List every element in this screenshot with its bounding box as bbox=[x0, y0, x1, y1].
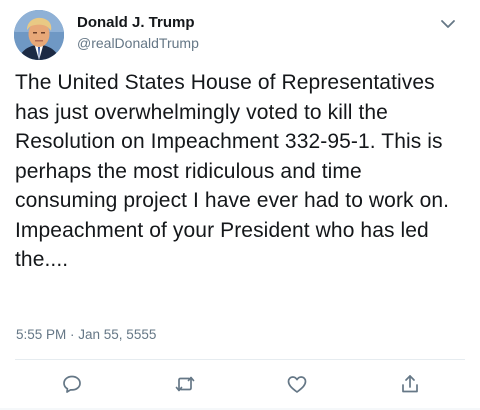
reply-button[interactable] bbox=[58, 370, 86, 398]
retweet-button[interactable] bbox=[171, 370, 199, 398]
retweet-arrows-icon bbox=[175, 376, 195, 392]
tweet-timestamp[interactable]: 5:55 PM · Jan 55, 5555 bbox=[16, 327, 156, 342]
heart-icon bbox=[287, 376, 307, 393]
chevron-down-icon bbox=[441, 20, 455, 28]
speech-bubble-icon bbox=[63, 375, 81, 393]
author-handle[interactable]: @realDonaldTrump bbox=[77, 35, 199, 51]
tweet-text: The United States House of Representativ… bbox=[15, 68, 470, 275]
like-button[interactable] bbox=[283, 370, 311, 398]
divider bbox=[15, 359, 465, 360]
author-display-name[interactable]: Donald J. Trump bbox=[77, 14, 195, 31]
share-button[interactable] bbox=[396, 370, 424, 398]
upload-share-icon bbox=[402, 375, 418, 393]
tweet-menu-button[interactable] bbox=[436, 12, 460, 36]
profile-photo-icon bbox=[14, 10, 64, 60]
tweet-actions-bar bbox=[0, 370, 480, 400]
avatar[interactable] bbox=[14, 10, 64, 60]
tweet-text-body: The United States House of Representativ… bbox=[15, 71, 450, 271]
tweet-card: Donald J. Trump @realDonaldTrump The Uni… bbox=[0, 0, 480, 410]
